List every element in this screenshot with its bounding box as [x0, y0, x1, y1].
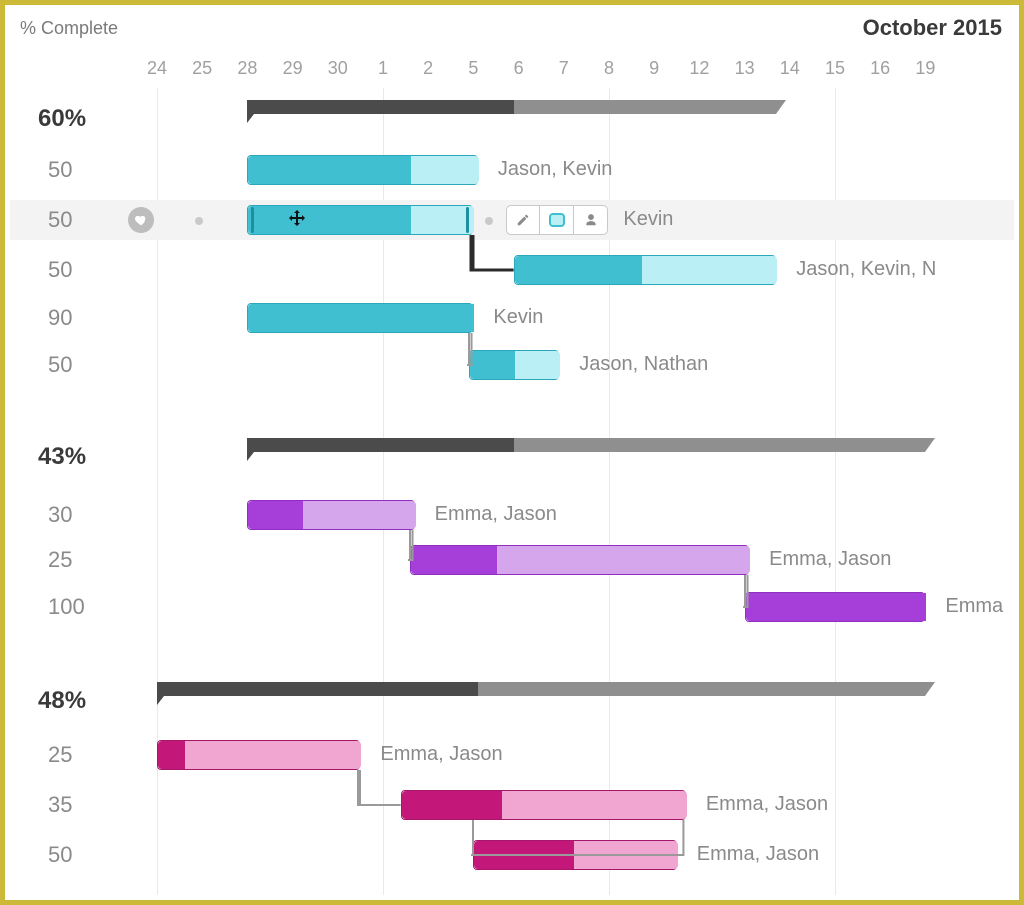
group-percent: 43% [38, 443, 86, 471]
resize-handle-left[interactable] [251, 207, 254, 233]
task-bar[interactable] [745, 592, 926, 622]
task-bar[interactable] [247, 500, 414, 530]
axis-tick: 19 [915, 58, 935, 79]
group-percent: 60% [38, 105, 86, 133]
task-bar[interactable] [473, 840, 676, 870]
move-cursor-icon [285, 208, 309, 232]
axis-tick: 2 [423, 58, 433, 79]
row-percent: 50 [48, 207, 72, 233]
task-toolbar [506, 205, 608, 235]
axis-tick: 7 [559, 58, 569, 79]
group-summary-bar[interactable] [247, 100, 776, 114]
color-button[interactable] [540, 205, 574, 235]
row-percent: 50 [48, 352, 72, 378]
task-bar[interactable] [514, 255, 776, 285]
axis-tick: 24 [147, 58, 167, 79]
task-assignees: Emma, Jason [706, 793, 828, 816]
task-bar[interactable] [247, 303, 473, 333]
task-assignees: Emma, Jason [769, 548, 891, 571]
axis-tick: 13 [735, 58, 755, 79]
row-percent: 25 [48, 547, 72, 573]
row-percent: 100 [48, 594, 85, 620]
axis-tick: 15 [825, 58, 845, 79]
row-percent: 50 [48, 157, 72, 183]
date-axis: 24252829301256789121314151619 [10, 58, 1014, 88]
task-assignees: Jason, Nathan [579, 353, 708, 376]
header-right: October 2015 [863, 15, 1002, 41]
axis-tick: 29 [283, 58, 303, 79]
axis-tick: 12 [689, 58, 709, 79]
task-bar[interactable] [247, 205, 473, 235]
axis-tick: 6 [514, 58, 524, 79]
task-bar[interactable] [410, 545, 749, 575]
dependency-line [354, 766, 403, 809]
axis-tick: 28 [237, 58, 257, 79]
group-summary-bar[interactable] [157, 682, 925, 696]
axis-tick: 5 [468, 58, 478, 79]
task-bar[interactable] [469, 350, 559, 380]
header-left: % Complete [20, 18, 118, 39]
edit-button[interactable] [506, 205, 540, 235]
row-percent: 30 [48, 502, 72, 528]
app-frame: % Complete October 2015 2425282930125678… [0, 0, 1024, 905]
favorite-toggle[interactable] [128, 207, 154, 233]
task-assignees: Kevin [623, 208, 673, 231]
task-assignees: Jason, Kevin, N [796, 258, 936, 281]
task-bar[interactable] [401, 790, 686, 820]
task-assignees: Jason, Kevin [498, 158, 613, 181]
row-percent: 50 [48, 842, 72, 868]
task-assignees: Emma, Jason [435, 503, 557, 526]
row-percent: 25 [48, 742, 72, 768]
task-assignees: Emma [945, 595, 1003, 618]
task-assignees: Emma, Jason [697, 843, 819, 866]
axis-tick: 14 [780, 58, 800, 79]
axis-tick: 1 [378, 58, 388, 79]
row-percent: 35 [48, 792, 72, 818]
axis-tick: 30 [328, 58, 348, 79]
dependency-line [356, 766, 405, 809]
group-summary-bar[interactable] [247, 438, 925, 452]
color-swatch-icon [549, 213, 565, 227]
axis-tick: 16 [870, 58, 890, 79]
axis-tick: 25 [192, 58, 212, 79]
row-percent: 50 [48, 257, 72, 283]
row-percent: 90 [48, 305, 72, 331]
stage: % Complete October 2015 2425282930125678… [10, 10, 1014, 895]
resize-handle-right[interactable] [466, 207, 469, 233]
assignee-button[interactable] [574, 205, 608, 235]
task-bar[interactable] [247, 155, 478, 185]
task-assignees: Kevin [493, 306, 543, 329]
drag-dot[interactable] [195, 217, 203, 225]
task-bar[interactable] [157, 740, 360, 770]
axis-tick: 8 [604, 58, 614, 79]
group-percent: 48% [38, 687, 86, 715]
task-assignees: Emma, Jason [380, 743, 502, 766]
axis-tick: 9 [649, 58, 659, 79]
